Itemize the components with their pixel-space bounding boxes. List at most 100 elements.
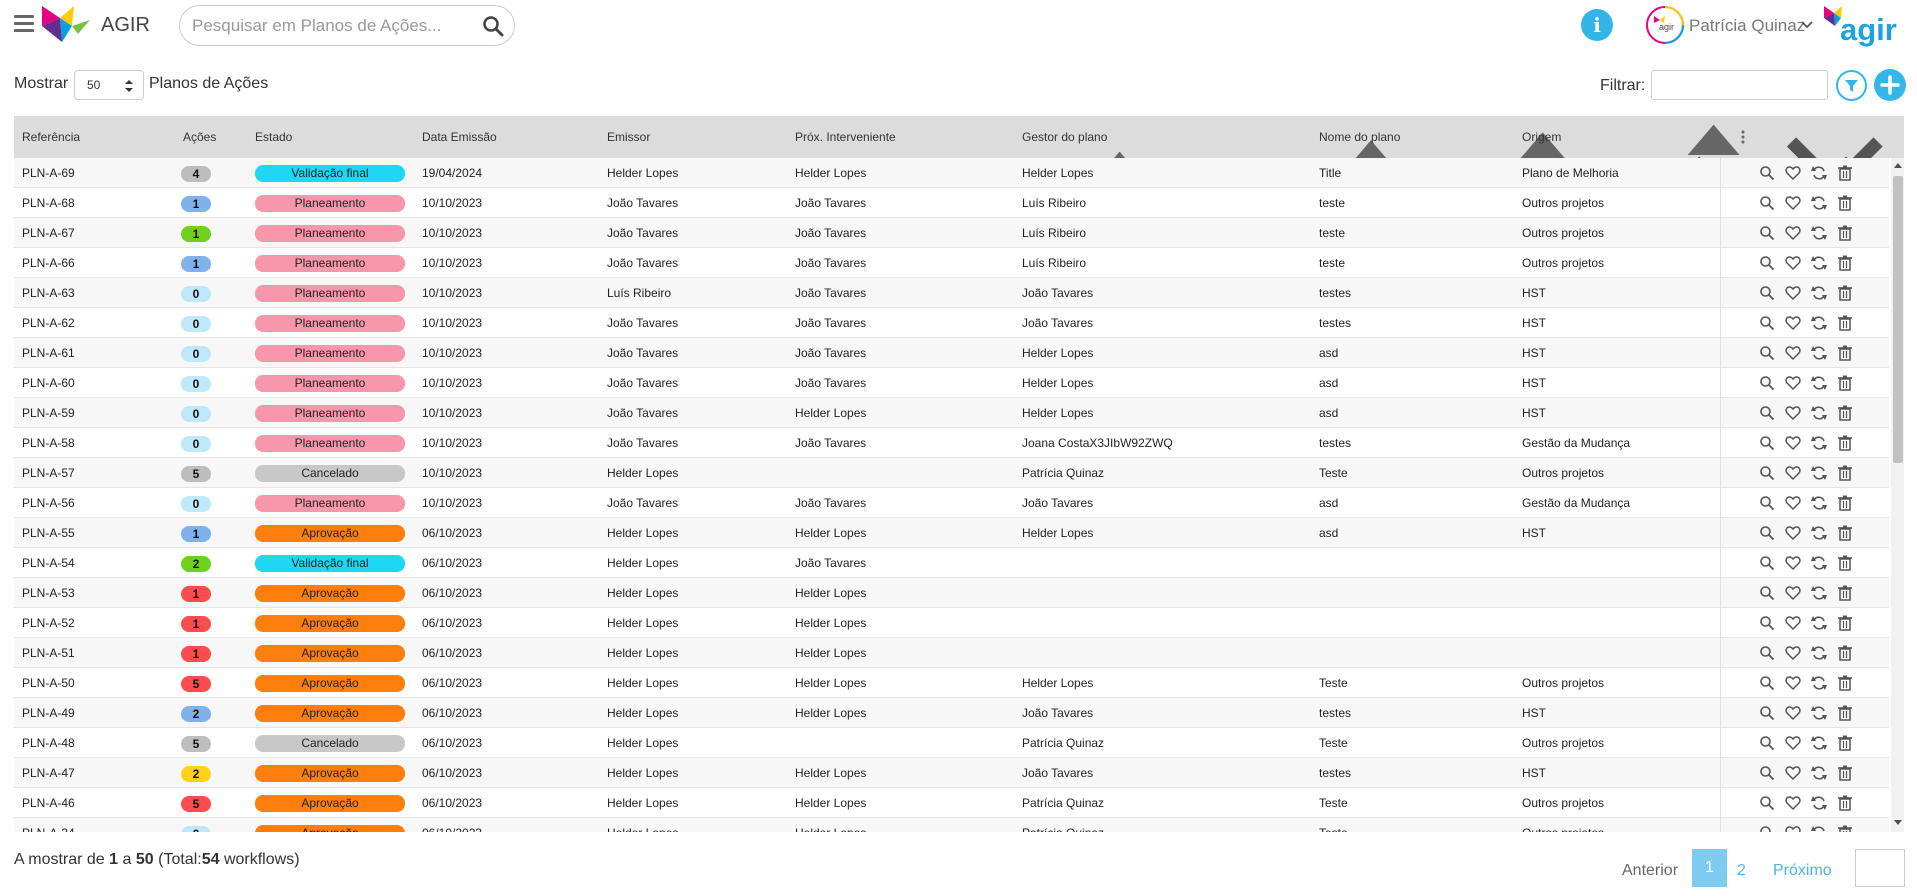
search-icon[interactable] (1759, 285, 1775, 301)
heart-icon[interactable] (1785, 825, 1801, 832)
search-icon[interactable] (1759, 165, 1775, 181)
search-icon[interactable] (1759, 435, 1775, 451)
agir-logo-icon[interactable] (40, 4, 92, 46)
heart-icon[interactable] (1785, 585, 1801, 601)
search-icon[interactable] (1759, 315, 1775, 331)
trash-icon[interactable] (1837, 255, 1853, 271)
heart-icon[interactable] (1785, 285, 1801, 301)
heart-icon[interactable] (1785, 765, 1801, 781)
table-row[interactable]: PLN-A-63 10/10/2023 Luís Ribeiro João Tavar… (14, 278, 1889, 308)
refresh-icon[interactable] (1811, 795, 1827, 811)
search-icon[interactable] (1759, 375, 1775, 391)
heart-icon[interactable] (1785, 345, 1801, 361)
trash-icon[interactable] (1837, 345, 1853, 361)
search-icon[interactable] (482, 15, 504, 37)
page-jump-box[interactable] (1855, 849, 1905, 887)
heart-icon[interactable] (1785, 645, 1801, 661)
trash-icon[interactable] (1837, 465, 1853, 481)
pagination-page-2[interactable]: 2 (1737, 862, 1746, 880)
table-row[interactable]: PLN-A-57 10/10/2023 Helder Lopes Patrícia Q… (14, 458, 1889, 488)
search-icon[interactable] (1759, 825, 1775, 832)
search-icon[interactable] (1759, 465, 1775, 481)
trash-icon[interactable] (1837, 735, 1853, 751)
heart-icon[interactable] (1785, 315, 1801, 331)
search-icon[interactable] (1759, 675, 1775, 691)
table-row[interactable]: PLN-A-55 06/10/2023 Helder Lopes Helder Lop… (14, 518, 1889, 548)
search-icon[interactable] (1759, 615, 1775, 631)
refresh-icon[interactable] (1811, 345, 1827, 361)
table-row[interactable]: PLN-A-46 06/10/2023 Helder Lopes Helder Lop… (14, 788, 1889, 818)
refresh-icon[interactable] (1811, 825, 1827, 832)
heart-icon[interactable] (1785, 465, 1801, 481)
table-scrollbar[interactable] (1891, 158, 1904, 832)
pagination-previous[interactable]: Anterior (1622, 862, 1678, 880)
refresh-icon[interactable] (1811, 525, 1827, 541)
page-size-select[interactable]: 50 (74, 70, 144, 100)
heart-icon[interactable] (1785, 675, 1801, 691)
filter-input[interactable] (1651, 70, 1828, 100)
table-row[interactable]: PLN-A-3406/10/2023Helder LopesHelder Lop… (14, 818, 1889, 832)
search-icon[interactable] (1759, 345, 1775, 361)
search-icon[interactable] (1759, 645, 1775, 661)
heart-icon[interactable] (1785, 435, 1801, 451)
scroll-down-icon[interactable] (1894, 818, 1902, 826)
table-row[interactable]: PLN-A-67 10/10/2023 João Tavares João Tavar… (14, 218, 1889, 248)
search-icon[interactable] (1759, 555, 1775, 571)
table-row[interactable]: PLN-A-60 10/10/2023 João Tavares João Tavar… (14, 368, 1889, 398)
trash-icon[interactable] (1837, 795, 1853, 811)
heart-icon[interactable] (1785, 255, 1801, 271)
heart-icon[interactable] (1785, 225, 1801, 241)
heart-icon[interactable] (1785, 405, 1801, 421)
table-row[interactable]: PLN-A-51 06/10/2023 Helder Lopes Helder Lop… (14, 638, 1889, 668)
refresh-icon[interactable] (1811, 255, 1827, 271)
table-row[interactable]: PLN-A-48 06/10/2023 Helder Lopes Patrícia Q… (14, 728, 1889, 758)
table-row[interactable]: PLN-A-61 10/10/2023 João Tavares João Tavar… (14, 338, 1889, 368)
refresh-icon[interactable] (1811, 225, 1827, 241)
search-icon[interactable] (1759, 735, 1775, 751)
table-row[interactable]: PLN-A-47 06/10/2023 Helder Lopes Helder Lop… (14, 758, 1889, 788)
trash-icon[interactable] (1837, 645, 1853, 661)
pagination-page-1[interactable]: 1 (1692, 849, 1727, 887)
trash-icon[interactable] (1837, 705, 1853, 721)
heart-icon[interactable] (1785, 195, 1801, 211)
refresh-icon[interactable] (1811, 555, 1827, 571)
scroll-up-icon[interactable] (1894, 162, 1902, 170)
trash-icon[interactable] (1837, 495, 1853, 511)
search-icon[interactable] (1759, 225, 1775, 241)
table-row[interactable]: PLN-A-53 06/10/2023 Helder Lopes Helder Lop… (14, 578, 1889, 608)
column-header-count[interactable]: Ações (175, 116, 235, 158)
scroll-thumb[interactable] (1893, 176, 1903, 463)
trash-icon[interactable] (1837, 765, 1853, 781)
search-icon[interactable] (1759, 405, 1775, 421)
refresh-icon[interactable] (1811, 615, 1827, 631)
table-row[interactable]: PLN-A-56 10/10/2023 João Tavares João Tavar… (14, 488, 1889, 518)
heart-icon[interactable] (1785, 705, 1801, 721)
heart-icon[interactable] (1785, 375, 1801, 391)
heart-icon[interactable] (1785, 735, 1801, 751)
table-row[interactable]: PLN-A-68 10/10/2023 João Tavares João Tavar… (14, 188, 1889, 218)
filter-button[interactable] (1836, 70, 1867, 101)
search-icon[interactable] (1759, 585, 1775, 601)
trash-icon[interactable] (1837, 825, 1853, 832)
refresh-icon[interactable] (1811, 645, 1827, 661)
refresh-icon[interactable] (1811, 315, 1827, 331)
refresh-icon[interactable] (1811, 435, 1827, 451)
refresh-icon[interactable] (1811, 705, 1827, 721)
refresh-icon[interactable] (1811, 465, 1827, 481)
trash-icon[interactable] (1837, 405, 1853, 421)
refresh-icon[interactable] (1811, 285, 1827, 301)
table-row[interactable]: PLN-A-49 06/10/2023 Helder Lopes Helder Lop… (14, 698, 1889, 728)
table-row[interactable]: PLN-A-54 06/10/2023 Helder Lopes João Tavar… (14, 548, 1889, 578)
column-menu-icon[interactable] (1740, 129, 1746, 145)
trash-icon[interactable] (1837, 375, 1853, 391)
refresh-icon[interactable] (1811, 405, 1827, 421)
column-header-gestor[interactable]: Gestor do plano (1014, 116, 1311, 158)
trash-icon[interactable] (1837, 315, 1853, 331)
info-icon[interactable]: i (1581, 9, 1613, 41)
search-icon[interactable] (1759, 795, 1775, 811)
table-row[interactable]: PLN-A-62 10/10/2023 João Tavares João Tavar… (14, 308, 1889, 338)
refresh-icon[interactable] (1811, 495, 1827, 511)
table-row[interactable]: PLN-A-66 10/10/2023 João Tavares João Tavar… (14, 248, 1889, 278)
refresh-icon[interactable] (1811, 675, 1827, 691)
heart-icon[interactable] (1785, 795, 1801, 811)
